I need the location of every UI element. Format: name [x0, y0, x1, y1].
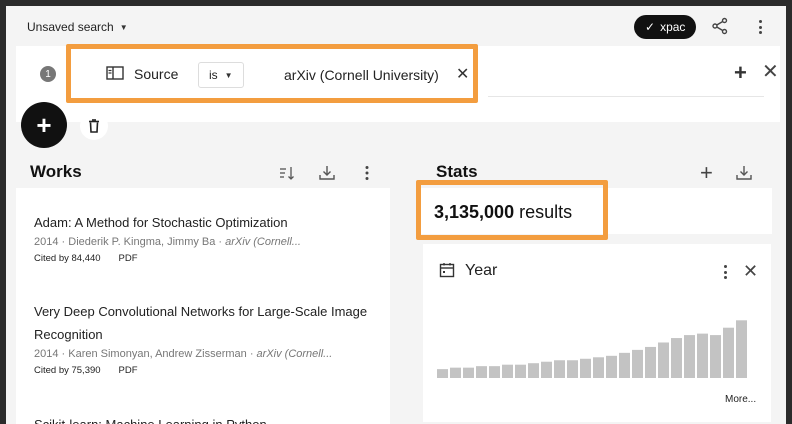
- xpac-toggle[interactable]: ✓ xpac: [634, 15, 697, 39]
- work-item[interactable]: Scikit-learn: Machine Learning in Python: [34, 413, 386, 424]
- works-toolbar: [278, 164, 376, 182]
- cited-by-link[interactable]: Cited by 75,390: [34, 365, 101, 376]
- work-links: Cited by 84,440 PDF: [34, 253, 386, 264]
- histogram-bar[interactable]: [476, 366, 487, 378]
- highlight-box-filter: [66, 44, 478, 103]
- work-meta: 2014 · Diederik P. Kingma, Jimmy Ba · ar…: [34, 234, 386, 251]
- histogram-bar[interactable]: [632, 349, 643, 378]
- saved-search-label: Unsaved search: [27, 20, 114, 34]
- add-filter-button[interactable]: +: [21, 102, 67, 148]
- histogram-bar[interactable]: [619, 352, 630, 378]
- xpac-label: xpac: [660, 20, 686, 34]
- histogram-bar[interactable]: [541, 361, 552, 378]
- works-heading: Works: [30, 162, 82, 181]
- histogram-bar[interactable]: [463, 367, 474, 378]
- histogram-bar[interactable]: [606, 355, 617, 378]
- sort-icon[interactable]: [278, 164, 296, 182]
- histogram-bar[interactable]: [710, 335, 721, 378]
- saved-search-menu[interactable]: Unsaved search ▼: [27, 20, 128, 34]
- pdf-link[interactable]: PDF: [119, 365, 138, 376]
- work-item[interactable]: Very Deep Convolutional Networks for Lar…: [34, 300, 386, 376]
- download-icon[interactable]: [735, 164, 753, 182]
- top-bar: Unsaved search ▼ ✓ xpac: [6, 6, 786, 46]
- work-title[interactable]: Very Deep Convolutional Networks for Lar…: [34, 300, 386, 346]
- histogram-bar[interactable]: [684, 335, 695, 378]
- stats-toolbar: +: [700, 162, 753, 184]
- histogram-bar[interactable]: [645, 346, 656, 378]
- app-window: Unsaved search ▼ ✓ xpac 1 Source is ▼ ar…: [6, 6, 786, 424]
- histogram-bar[interactable]: [489, 366, 500, 378]
- more-link[interactable]: More...: [725, 394, 756, 405]
- histogram-bar[interactable]: [580, 358, 591, 378]
- work-links: Cited by 75,390 PDF: [34, 365, 386, 376]
- histogram-bar[interactable]: [671, 338, 682, 378]
- histogram-bar[interactable]: [658, 342, 669, 378]
- work-meta-text: 2014 · Diederik P. Kingma, Jimmy Ba ·: [34, 236, 226, 248]
- download-icon[interactable]: [318, 164, 336, 182]
- histogram-bar[interactable]: [502, 364, 513, 378]
- divider: [488, 96, 764, 97]
- work-title[interactable]: Adam: A Method for Stochastic Optimizati…: [34, 211, 386, 234]
- histogram-bar[interactable]: [736, 320, 747, 378]
- histogram-bar[interactable]: [567, 360, 578, 378]
- check-icon: ✓: [645, 20, 656, 34]
- stats-heading: Stats: [436, 162, 478, 181]
- year-stats-card: Year ✕ More...: [423, 244, 771, 422]
- cited-by-link[interactable]: Cited by 84,440: [34, 253, 101, 264]
- delete-filters-button[interactable]: [80, 112, 108, 140]
- add-stat-icon[interactable]: +: [700, 162, 713, 184]
- filter-step-number: 1: [40, 66, 56, 82]
- more-vert-icon[interactable]: [358, 164, 376, 182]
- work-meta: 2014 · Karen Simonyan, Andrew Zisserman …: [34, 346, 386, 363]
- work-title[interactable]: Scikit-learn: Machine Learning in Python: [34, 413, 386, 424]
- more-vert-icon[interactable]: [754, 18, 766, 36]
- work-meta-text: 2014 · Karen Simonyan, Andrew Zisserman …: [34, 348, 257, 360]
- histogram-bar[interactable]: [437, 369, 448, 378]
- histogram-bar[interactable]: [528, 363, 539, 378]
- highlight-box-results: [416, 180, 608, 240]
- work-source[interactable]: arXiv (Cornell...: [225, 236, 301, 248]
- add-filter-option-icon[interactable]: +: [734, 62, 747, 84]
- histogram-bar[interactable]: [723, 327, 734, 378]
- histogram-bar[interactable]: [593, 357, 604, 378]
- histogram-bar[interactable]: [450, 367, 461, 378]
- close-filter-icon[interactable]: ✕: [762, 62, 779, 82]
- year-histogram: [437, 320, 747, 378]
- work-source[interactable]: arXiv (Cornell...: [257, 348, 333, 360]
- share-icon[interactable]: [711, 17, 729, 35]
- pdf-link[interactable]: PDF: [119, 253, 138, 264]
- histogram-bar[interactable]: [697, 333, 708, 378]
- caret-down-icon: ▼: [119, 22, 128, 32]
- histogram-bar[interactable]: [554, 360, 565, 378]
- works-list-panel: Adam: A Method for Stochastic Optimizati…: [16, 188, 390, 424]
- histogram-bar[interactable]: [515, 364, 526, 378]
- work-item[interactable]: Adam: A Method for Stochastic Optimizati…: [34, 211, 386, 264]
- trash-icon: [89, 119, 99, 133]
